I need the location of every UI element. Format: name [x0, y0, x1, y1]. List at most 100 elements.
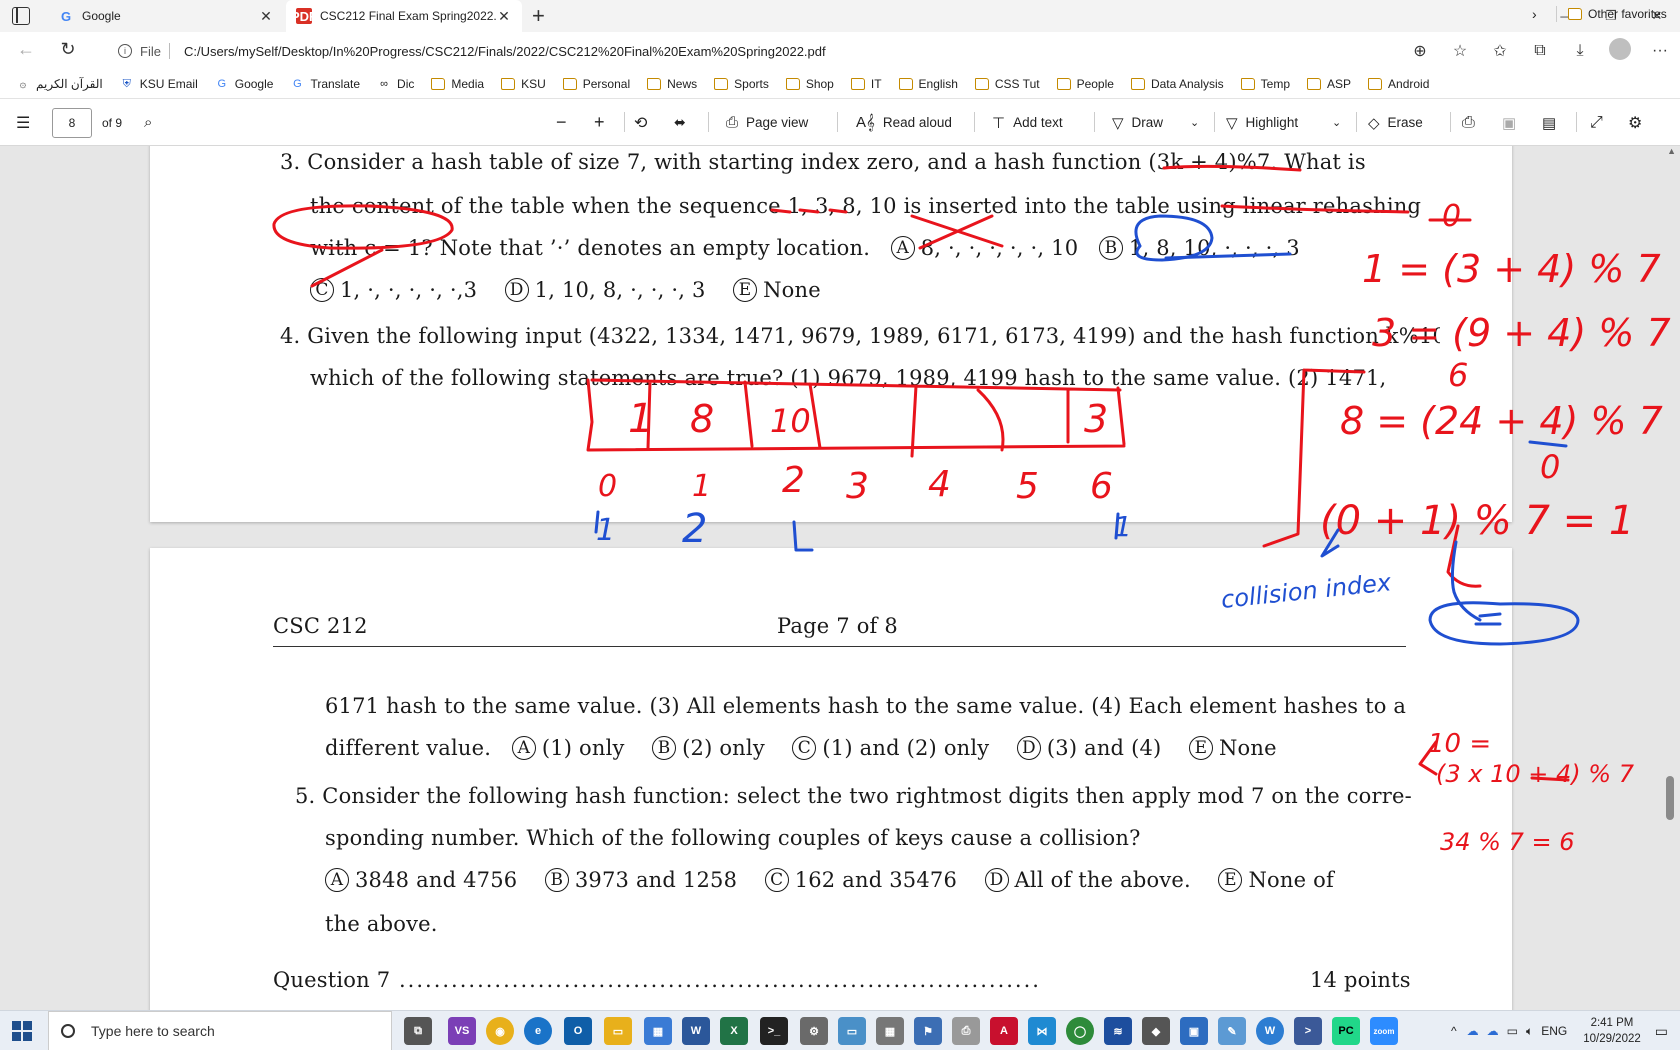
- new-tab-button[interactable]: +: [532, 3, 545, 29]
- wireshark-icon[interactable]: ≋: [1104, 1017, 1132, 1045]
- bookmark-item[interactable]: People: [1056, 77, 1114, 91]
- clock[interactable]: 2:41 PM 10/29/2022: [1583, 1015, 1641, 1047]
- save-icon[interactable]: ▣: [1502, 99, 1516, 146]
- bookmark-item[interactable]: G Translate: [290, 77, 360, 91]
- settings-gear-icon[interactable]: ⚙: [1628, 99, 1642, 146]
- folder-icon: [1130, 78, 1145, 90]
- erase-button[interactable]: ◇ Erase: [1368, 99, 1423, 146]
- draw-button[interactable]: ▽ Draw: [1112, 99, 1163, 146]
- zoom-icon[interactable]: ⊕: [1400, 41, 1440, 61]
- chevron-down-icon[interactable]: ⌄: [1190, 99, 1199, 146]
- vscode-icon[interactable]: ⋈: [1028, 1017, 1056, 1045]
- printer-icon[interactable]: ⎙: [952, 1017, 980, 1045]
- settings-gear-icon[interactable]: ⚙: [800, 1017, 828, 1045]
- info-icon[interactable]: i: [118, 44, 132, 58]
- chevron-down-icon[interactable]: ⌄: [1332, 99, 1341, 146]
- print-icon[interactable]: ⎙: [1462, 99, 1475, 146]
- store-icon[interactable]: ▦: [644, 1017, 672, 1045]
- tab-pdf[interactable]: PDF CSC212 Final Exam Spring2022.p ✕: [286, 0, 522, 32]
- add-favorite-icon[interactable]: ☆: [1440, 41, 1480, 61]
- terminal-icon[interactable]: >_: [760, 1017, 788, 1045]
- chevron-up-icon[interactable]: ^: [1451, 1024, 1457, 1038]
- close-tab-icon[interactable]: ✕: [496, 8, 512, 25]
- file-explorer-icon[interactable]: ▭: [604, 1017, 632, 1045]
- bookmark-item[interactable]: ۞ القرآن الكريم: [16, 77, 103, 91]
- zoom-in-icon[interactable]: +: [594, 99, 605, 146]
- save-as-icon[interactable]: ▤: [1542, 99, 1556, 146]
- search-icon[interactable]: ⌕: [144, 99, 152, 146]
- bookmark-item[interactable]: Sports: [714, 77, 769, 91]
- bookmark-item[interactable]: Data Analysis: [1130, 77, 1224, 91]
- collections-icon[interactable]: ⧉: [1520, 42, 1560, 60]
- volume-icon[interactable]: 🔈︎: [1526, 1024, 1533, 1039]
- language-indicator[interactable]: ENG: [1541, 1024, 1567, 1038]
- bookmark-item[interactable]: IT: [850, 77, 882, 91]
- bookmark-item[interactable]: KSU: [501, 77, 546, 91]
- page-number-input[interactable]: 8: [52, 107, 92, 138]
- bookmark-item[interactable]: Android: [1368, 77, 1429, 91]
- app-icon[interactable]: ▣: [1180, 1017, 1208, 1045]
- bookmark-item[interactable]: ∞ Dic: [377, 77, 414, 91]
- chevron-right-icon[interactable]: ›: [1532, 6, 1537, 22]
- notifications-icon[interactable]: ▭: [1655, 1023, 1668, 1040]
- tool-icon[interactable]: ◆: [1142, 1017, 1170, 1045]
- task-view-icon[interactable]: ⧉: [404, 1017, 432, 1045]
- outlook-icon[interactable]: O: [564, 1017, 592, 1045]
- read-aloud-button[interactable]: A𝄞 Read aloud: [856, 99, 952, 146]
- tab-google[interactable]: G Google ✕: [48, 0, 284, 32]
- zoom-out-icon[interactable]: −: [556, 99, 567, 146]
- remote-desktop-icon[interactable]: ▭: [838, 1017, 866, 1045]
- zoom-app-icon[interactable]: zoom: [1370, 1017, 1398, 1045]
- calculator-icon[interactable]: ▦: [876, 1017, 904, 1045]
- url-field[interactable]: i File C:/Users/mySelf/Desktop/In%20Prog…: [100, 36, 1450, 66]
- bookmark-item[interactable]: News: [647, 77, 697, 91]
- bookmark-item[interactable]: G Google: [215, 77, 274, 91]
- highlight-button[interactable]: ▽ Highlight: [1226, 99, 1298, 146]
- url-text[interactable]: C:/Users/mySelf/Desktop/In%20Progress/CS…: [184, 44, 826, 59]
- add-text-button[interactable]: ⊤ Add text: [992, 99, 1063, 146]
- bookmark-item[interactable]: CSS Tut: [974, 77, 1040, 91]
- vertical-scrollbar[interactable]: [1666, 776, 1674, 820]
- pycharm-icon[interactable]: PC: [1332, 1017, 1360, 1045]
- notepad-icon[interactable]: ✎: [1218, 1017, 1246, 1045]
- close-tab-icon[interactable]: ✕: [258, 8, 274, 25]
- bookmark-item[interactable]: Temp: [1240, 77, 1290, 91]
- refresh-icon[interactable]: ↻: [56, 39, 80, 60]
- bookmark-item[interactable]: Personal: [562, 77, 630, 91]
- edge-icon[interactable]: e: [524, 1017, 552, 1045]
- bookmark-item[interactable]: ⛨ KSU Email: [120, 77, 198, 91]
- scroll-up-icon[interactable]: ▲: [1667, 146, 1676, 156]
- onedrive-icon[interactable]: ☁: [1467, 1024, 1479, 1038]
- visual-studio-icon[interactable]: VS: [448, 1017, 476, 1045]
- bookmark-label: Google: [234, 77, 274, 91]
- rotate-icon[interactable]: ⟲: [634, 99, 647, 146]
- acrobat-icon[interactable]: A: [990, 1017, 1018, 1045]
- network-icon[interactable]: ▭: [1507, 1024, 1518, 1038]
- bookmark-item[interactable]: Shop: [785, 77, 834, 91]
- sync-icon[interactable]: ◯: [1066, 1017, 1094, 1045]
- favorites-icon[interactable]: ✩: [1480, 41, 1520, 61]
- network-icon[interactable]: ⚑: [914, 1017, 942, 1045]
- powershell-icon[interactable]: >: [1294, 1017, 1322, 1045]
- downloads-icon[interactable]: ⤓: [1560, 42, 1600, 60]
- word-icon[interactable]: W: [682, 1017, 710, 1045]
- windows-start-icon[interactable]: [12, 1021, 32, 1041]
- back-icon[interactable]: ←: [14, 39, 38, 60]
- other-favorites[interactable]: Other favorites: [1568, 0, 1667, 28]
- more-menu-icon[interactable]: ···: [1640, 42, 1680, 60]
- profile-avatar[interactable]: [1600, 37, 1640, 65]
- onedrive-icon[interactable]: ☁: [1487, 1024, 1499, 1038]
- bookmark-item[interactable]: Media: [431, 77, 484, 91]
- app-icon[interactable]: W: [1256, 1017, 1284, 1045]
- chrome-icon[interactable]: ◉: [486, 1017, 514, 1045]
- excel-icon[interactable]: X: [720, 1017, 748, 1045]
- pdf-document-area[interactable]: 3. Consider a hash table of size 7, with…: [0, 146, 1680, 1010]
- taskbar-search[interactable]: Type here to search: [48, 1011, 392, 1050]
- contents-icon[interactable]: ☰: [16, 99, 30, 146]
- bookmark-item[interactable]: ASP: [1307, 77, 1351, 91]
- fullscreen-icon[interactable]: ⤢: [1590, 99, 1603, 146]
- bookmark-item[interactable]: English: [898, 77, 958, 91]
- tab-actions-icon[interactable]: [12, 7, 30, 25]
- fit-page-icon[interactable]: ⬌: [674, 99, 686, 146]
- page-view-button[interactable]: ⎙ Page view: [726, 99, 808, 146]
